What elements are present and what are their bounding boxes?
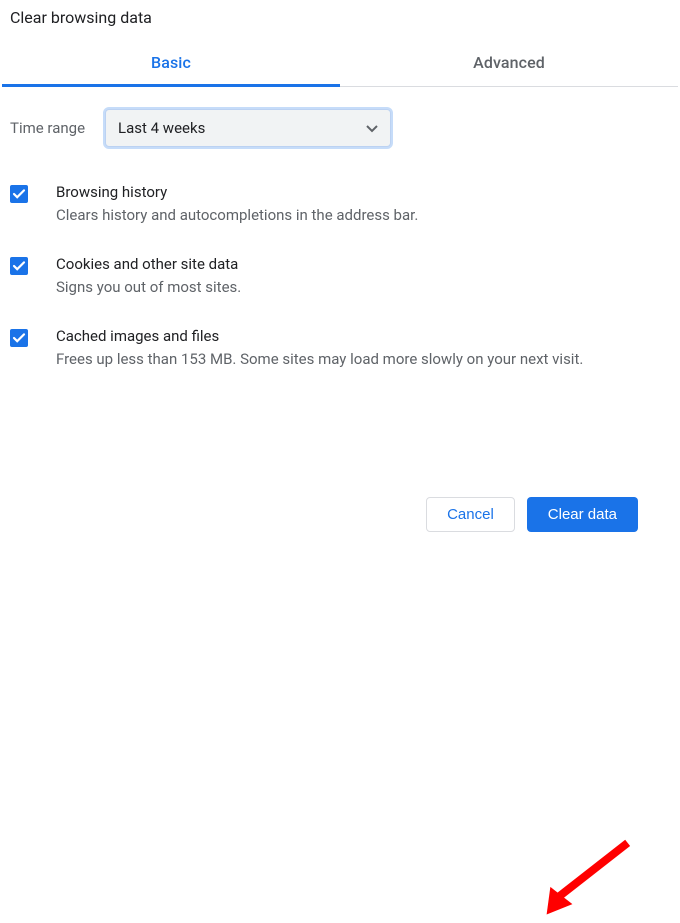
option-desc: Clears history and autocompletions in th… (56, 205, 662, 227)
clear-data-button[interactable]: Clear data (527, 497, 638, 532)
cancel-button[interactable]: Cancel (426, 497, 515, 532)
option-desc: Frees up less than 153 MB. Some sites ma… (56, 349, 662, 371)
clear-browsing-data-dialog: Clear browsing data Basic Advanced Time … (0, 0, 680, 370)
options-list: Browsing history Clears history and auto… (0, 147, 680, 370)
check-icon (12, 187, 26, 201)
dialog-title: Clear browsing data (0, 0, 680, 41)
checkbox-cookies[interactable] (10, 257, 28, 275)
tab-advanced[interactable]: Advanced (340, 41, 678, 86)
option-title: Cached images and files (56, 327, 662, 345)
time-range-value: Last 4 weeks (118, 119, 205, 137)
option-browsing-history: Browsing history Clears history and auto… (10, 183, 670, 227)
checkbox-cache[interactable] (10, 329, 28, 347)
option-desc: Signs you out of most sites. (56, 277, 662, 299)
time-range-label: Time range (10, 119, 85, 137)
checkbox-browsing-history[interactable] (10, 185, 28, 203)
option-title: Browsing history (56, 183, 662, 201)
check-icon (12, 331, 26, 345)
check-icon (12, 259, 26, 273)
time-range-select[interactable]: Last 4 weeks (105, 109, 391, 147)
option-cookies: Cookies and other site data Signs you ou… (10, 255, 670, 299)
option-title: Cookies and other site data (56, 255, 662, 273)
tab-basic[interactable]: Basic (2, 41, 340, 87)
time-range-row: Time range Last 4 weeks (0, 87, 680, 147)
dialog-footer: Cancel Clear data (426, 497, 638, 532)
chevron-down-icon (366, 119, 378, 137)
tab-bar: Basic Advanced (2, 41, 678, 87)
option-cache: Cached images and files Frees up less th… (10, 327, 670, 371)
